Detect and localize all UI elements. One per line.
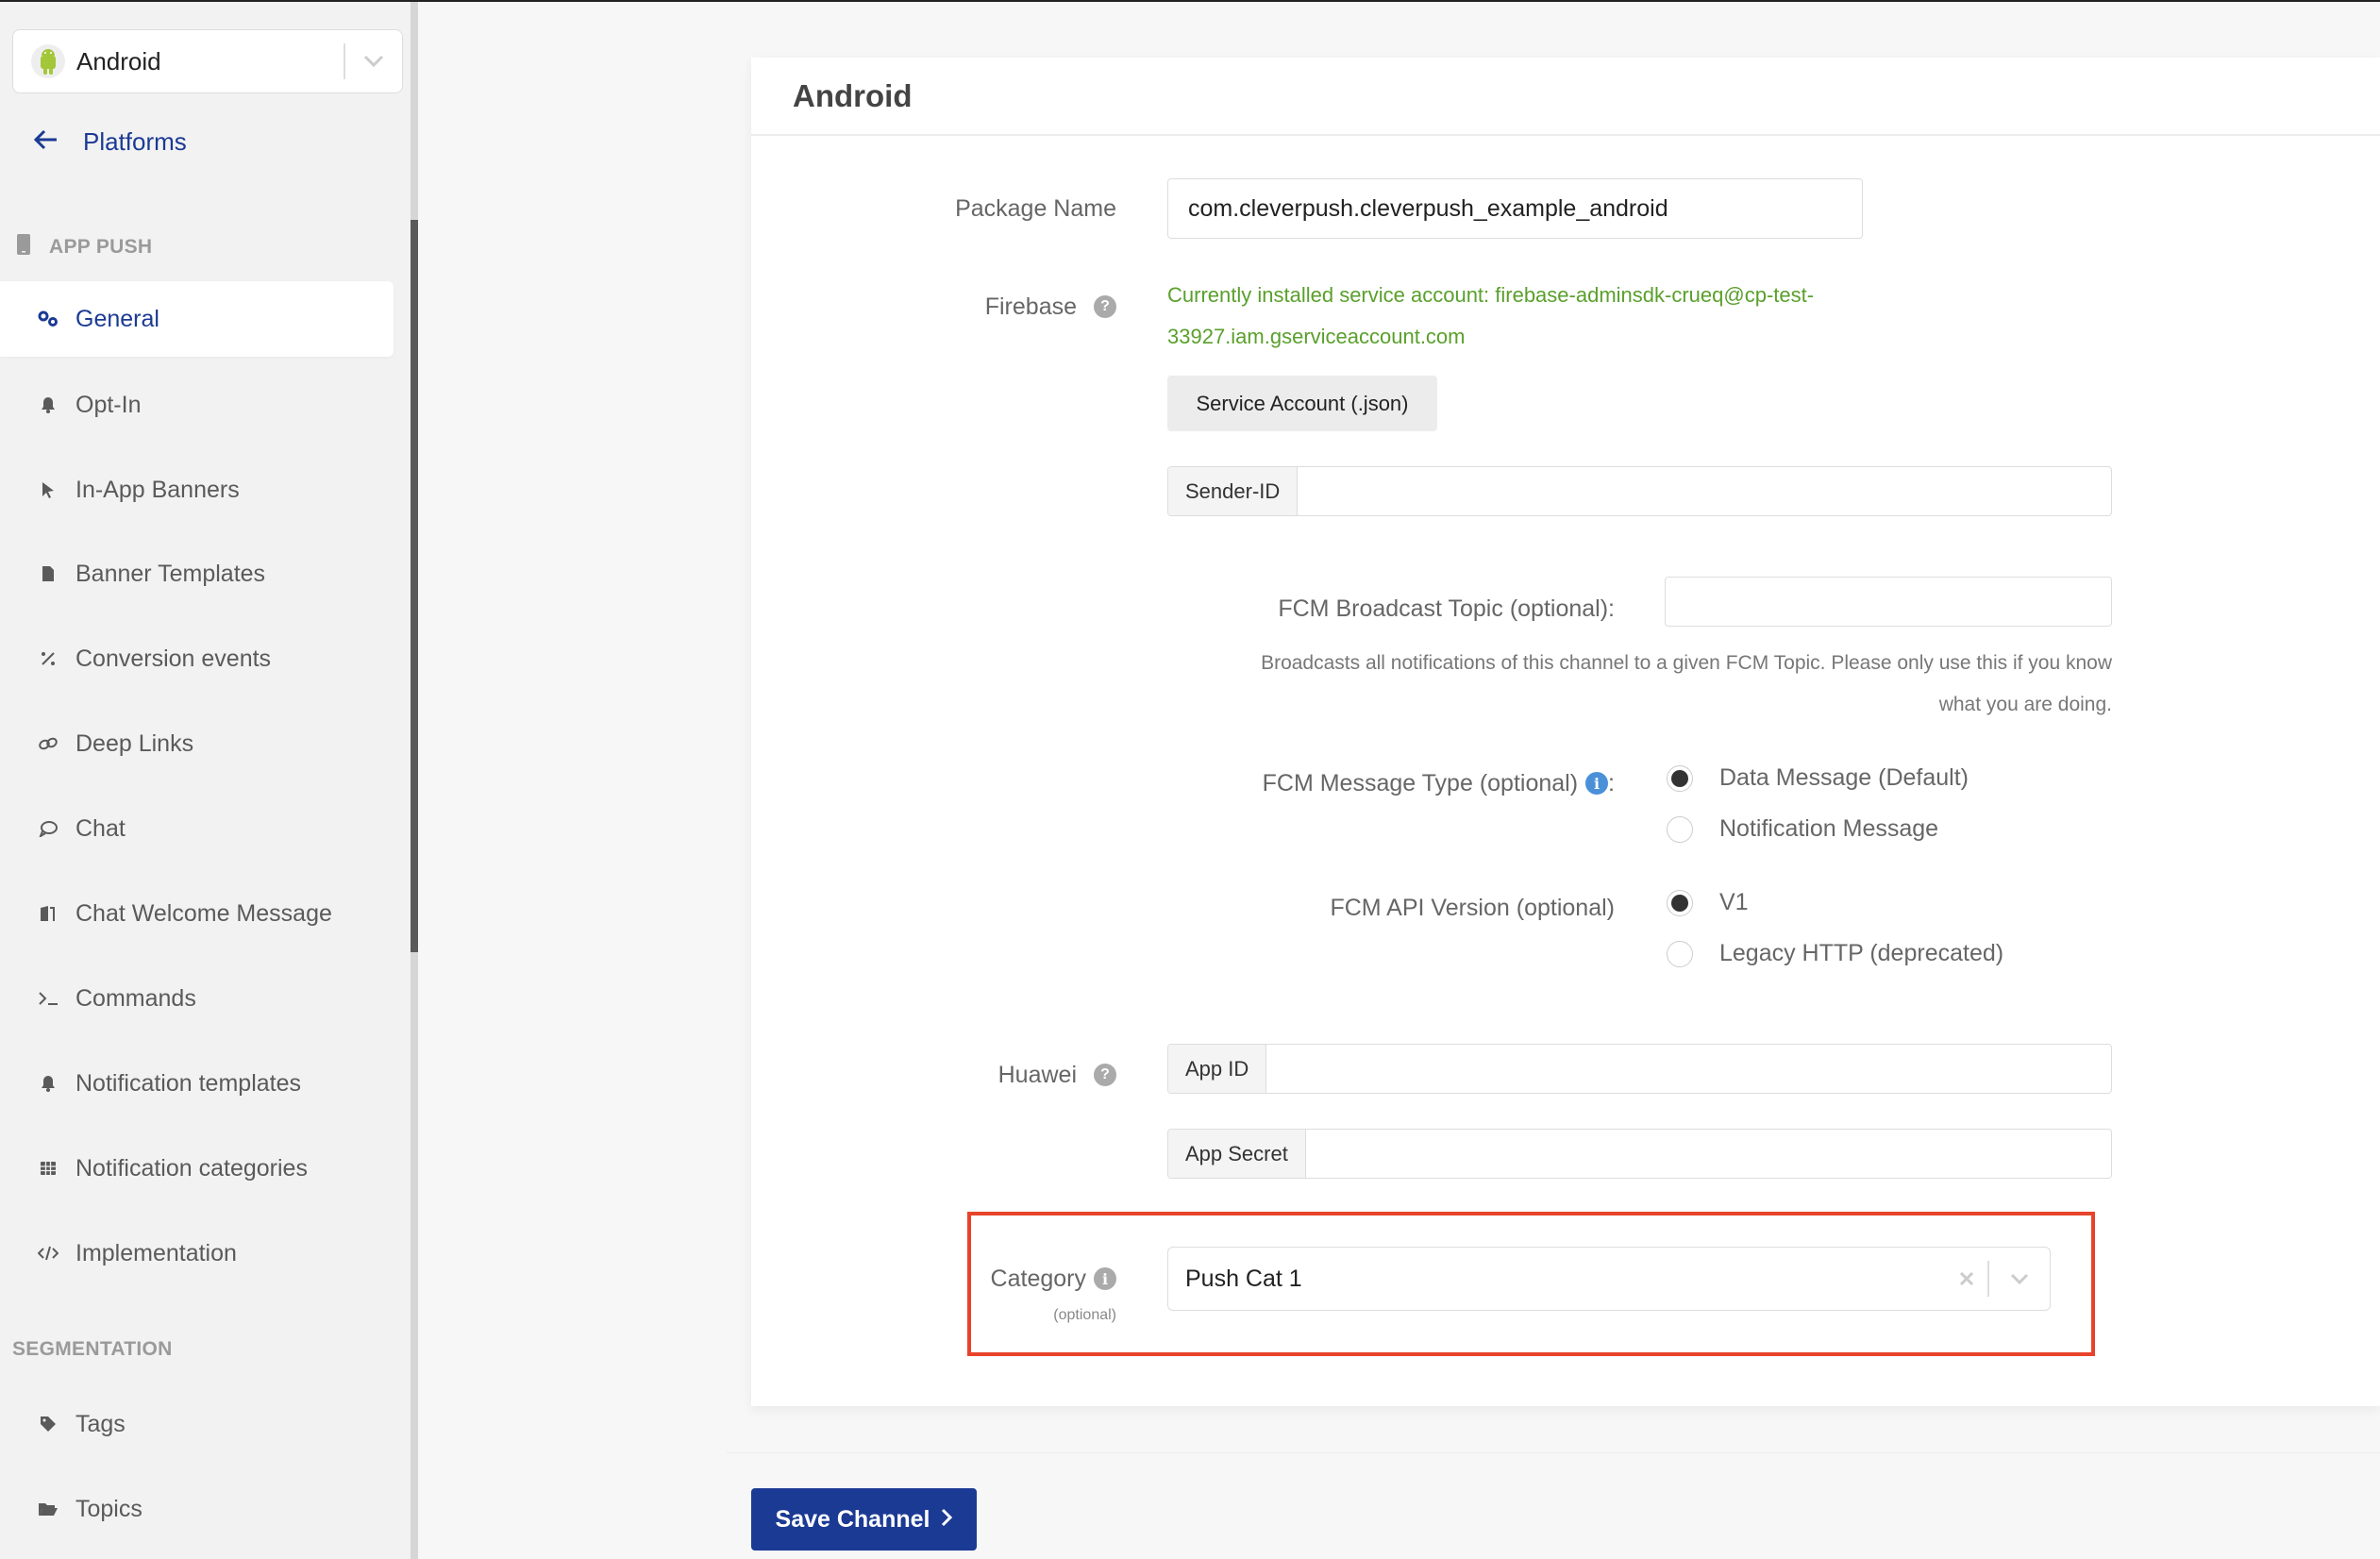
percent-icon xyxy=(36,651,60,666)
radio-notification-message[interactable]: Notification Message xyxy=(1667,815,1938,843)
mobile-phone-icon xyxy=(17,234,30,260)
sidebar-item-implementation[interactable]: Implementation xyxy=(0,1215,394,1291)
radio-data-message[interactable]: Data Message (Default) xyxy=(1667,764,1969,792)
help-question-icon[interactable]: ? xyxy=(1094,1064,1116,1086)
platform-select-value: Android xyxy=(76,46,161,75)
sidebar-item-notification-templates[interactable]: Notification templates xyxy=(0,1046,394,1121)
sender-id-input[interactable] xyxy=(1298,467,2111,515)
terminal-icon xyxy=(36,991,60,1006)
category-select[interactable]: Push Cat 1 xyxy=(1167,1247,2051,1311)
sidebar-item-banner-templates[interactable]: Banner Templates xyxy=(0,536,394,612)
app-secret-input[interactable] xyxy=(1306,1130,2111,1178)
radio-button-checked[interactable] xyxy=(1667,764,1693,792)
radio-button[interactable] xyxy=(1667,815,1693,843)
tag-icon xyxy=(36,1416,60,1433)
huawei-label: Huawei ? xyxy=(849,1051,1116,1098)
clear-icon[interactable] xyxy=(1946,1270,1987,1287)
radio-api-legacy-http[interactable]: Legacy HTTP (deprecated) xyxy=(1667,940,2003,967)
door-open-icon xyxy=(36,905,60,922)
sidebar-item-conversion-events[interactable]: Conversion events xyxy=(0,621,394,696)
huawei-app-id-input-group: App ID xyxy=(1167,1044,2112,1094)
chevron-down-icon[interactable] xyxy=(345,55,402,68)
sidebar-item-topics[interactable]: Topics xyxy=(0,1471,394,1547)
arrow-left-icon xyxy=(33,127,62,157)
sidebar-item-chat[interactable]: Chat xyxy=(0,791,394,866)
sidebar-item-in-app-banners[interactable]: In-App Banners xyxy=(0,452,394,528)
android-logo-icon xyxy=(31,44,65,78)
firebase-status-line-2: 33927.iam.gserviceaccount.com xyxy=(1167,325,1466,348)
sidebar-item-tags[interactable]: Tags xyxy=(0,1386,394,1462)
radio-api-v1[interactable]: V1 xyxy=(1667,889,1749,916)
footer-divider xyxy=(727,1452,2380,1453)
sidebar-scrollbar-thumb[interactable] xyxy=(411,220,418,952)
cursor-pointer-icon xyxy=(36,481,60,498)
chat-bubble-icon xyxy=(36,820,60,837)
sidebar-item-opt-in[interactable]: Opt-In xyxy=(0,367,394,443)
save-channel-button[interactable]: Save Channel xyxy=(751,1488,977,1551)
huawei-app-secret-input-group: App Secret xyxy=(1167,1129,2112,1179)
sender-id-addon: Sender-ID xyxy=(1168,467,1299,515)
gears-icon xyxy=(36,310,60,328)
sender-id-input-group: Sender-ID xyxy=(1167,466,2112,516)
radio-button[interactable] xyxy=(1667,940,1693,967)
info-icon[interactable]: i xyxy=(1094,1267,1116,1290)
fcm-broadcast-topic-input[interactable] xyxy=(1665,577,2112,627)
category-optional-hint: (optional) xyxy=(1053,1307,1116,1323)
sidebar: Android Platforms APP PUSH General Opt-I… xyxy=(0,2,418,1559)
sidebar-item-general[interactable]: General xyxy=(0,281,394,357)
radio-button-checked[interactable] xyxy=(1667,889,1693,916)
help-question-icon[interactable]: ? xyxy=(1094,295,1116,318)
window-top-edge xyxy=(0,0,2380,2)
section-title-app-push: APP PUSH xyxy=(17,234,152,260)
fcm-message-type-label: FCM Message Type (optional) i: xyxy=(1262,769,1615,796)
package-name-label: Package Name xyxy=(955,194,1116,222)
android-channel-card: Android xyxy=(751,58,2380,1406)
fcm-broadcast-topic-label: FCM Broadcast Topic (optional): xyxy=(1278,595,1615,622)
fcm-broadcast-help-text: Broadcasts all notifications of this cha… xyxy=(1261,652,2112,715)
code-icon xyxy=(36,1246,60,1261)
app-id-input[interactable] xyxy=(1266,1045,2111,1093)
folder-open-icon xyxy=(36,1501,60,1517)
firebase-status-line-1: Currently installed service account: fir… xyxy=(1167,283,1815,307)
section-title-segmentation: SEGMENTATION xyxy=(12,1338,173,1360)
file-icon xyxy=(36,565,60,582)
app-id-addon: App ID xyxy=(1168,1045,1267,1093)
sidebar-item-chat-welcome-message[interactable]: Chat Welcome Message xyxy=(0,876,394,951)
app-secret-addon: App Secret xyxy=(1168,1130,1306,1178)
bell-icon xyxy=(36,1075,60,1092)
card-title: Android xyxy=(751,58,2380,136)
table-icon xyxy=(36,1161,60,1176)
bell-icon xyxy=(36,396,60,413)
service-account-upload-button[interactable]: Service Account (.json) xyxy=(1167,376,1437,431)
fcm-api-version-label: FCM API Version (optional) xyxy=(1330,894,1615,921)
link-icon xyxy=(36,736,60,751)
chevron-right-icon xyxy=(941,1506,953,1534)
info-icon[interactable]: i xyxy=(1585,772,1609,795)
category-label: Category i xyxy=(944,1260,1116,1298)
category-select-value: Push Cat 1 xyxy=(1185,1265,1302,1292)
back-link-label: Platforms xyxy=(83,127,187,156)
sidebar-item-commands[interactable]: Commands xyxy=(0,961,394,1036)
back-to-platforms-link[interactable]: Platforms xyxy=(33,127,187,157)
platform-select[interactable]: Android xyxy=(12,29,403,93)
package-name-input[interactable]: com.cleverpush.cleverpush_example_androi… xyxy=(1167,178,1863,239)
sidebar-item-notification-categories[interactable]: Notification categories xyxy=(0,1131,394,1206)
firebase-label: Firebase ? xyxy=(849,283,1116,330)
chevron-down-icon[interactable] xyxy=(1989,1273,2050,1284)
sidebar-item-deep-links[interactable]: Deep Links xyxy=(0,706,394,781)
